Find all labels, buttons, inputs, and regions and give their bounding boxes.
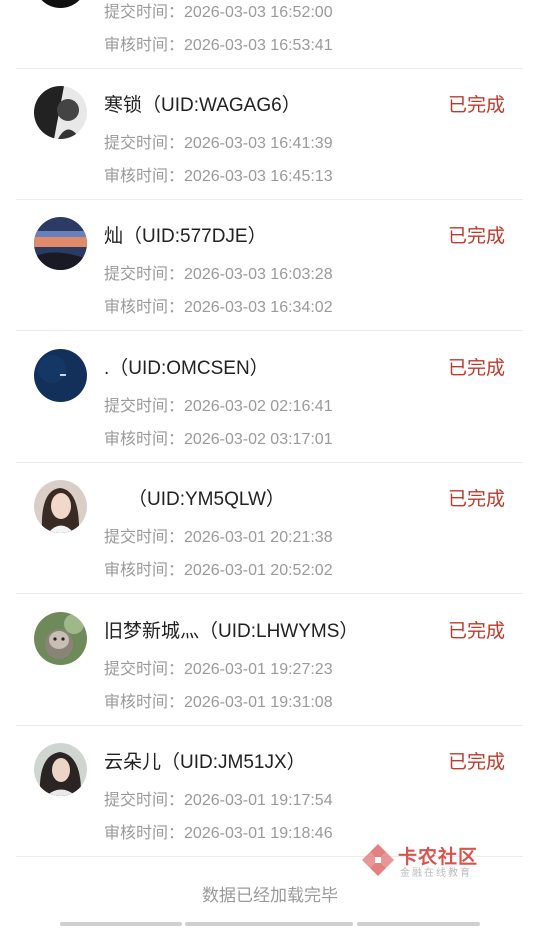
list-item[interactable]: （UID:YM5QLW） 已完成 提交时间：2026-03-01 20:21:3… <box>16 462 523 594</box>
submit-time-label: 提交时间： <box>104 529 185 546</box>
user-avatar <box>34 480 87 533</box>
submit-time-label: 提交时间： <box>104 135 185 152</box>
review-time-line: 审核时间：2026-03-03 16:34:02 <box>104 293 333 317</box>
user-avatar <box>34 743 87 796</box>
review-time-value: 2026-03-03 16:53:41 <box>184 37 333 54</box>
user-avatar <box>34 217 87 270</box>
review-time-value: 2026-03-03 16:45:13 <box>184 168 333 185</box>
review-time-line: 审核时间：2026-03-01 19:18:46 <box>104 819 333 843</box>
list-item[interactable]: 提交时间：2026-03-03 16:52:00 审核时间：2026-03-03… <box>16 0 523 69</box>
review-time-line: 审核时间：2026-03-02 03:17:01 <box>104 425 333 449</box>
review-time-label: 审核时间： <box>104 299 185 316</box>
list-item[interactable]: 云朵儿（UID:JM51JX） 已完成 提交时间：2026-03-01 19:1… <box>16 725 523 857</box>
review-time-line: 审核时间：2026-03-03 16:53:41 <box>104 31 333 55</box>
status-badge: 已完成 <box>447 95 505 116</box>
list-item[interactable]: .（UID:OMCSEN） 已完成 提交时间：2026-03-02 02:16:… <box>16 331 523 463</box>
submit-time-value: 2026-03-01 20:21:38 <box>184 529 333 546</box>
submit-time-line: 提交时间：2026-03-03 16:52:00 <box>104 0 333 22</box>
indicator-bar <box>357 922 480 926</box>
submit-time-value: 2026-03-01 19:17:54 <box>184 792 333 809</box>
submit-time-label: 提交时间： <box>104 398 185 415</box>
submit-time-line: 提交时间：2026-03-03 16:41:39 <box>104 129 333 153</box>
status-badge: 已完成 <box>447 621 505 642</box>
review-time-label: 审核时间： <box>104 694 185 711</box>
review-time-value: 2026-03-01 20:52:02 <box>184 562 333 579</box>
submit-time-value: 2026-03-03 16:03:28 <box>184 266 333 283</box>
user-name: 云朵儿（UID:JM51JX） <box>104 752 306 773</box>
review-time-label: 审核时间： <box>104 562 185 579</box>
review-time-line: 审核时间：2026-03-01 19:31:08 <box>104 688 333 712</box>
user-avatar <box>34 0 87 8</box>
submit-time-value: 2026-03-02 02:16:41 <box>184 398 333 415</box>
submit-time-value: 2026-03-03 16:41:39 <box>184 135 333 152</box>
status-badge: 已完成 <box>447 752 505 773</box>
list-item[interactable]: 灿（UID:577DJE） 已完成 提交时间：2026-03-03 16:03:… <box>16 199 523 331</box>
review-time-label: 审核时间： <box>104 168 185 185</box>
submit-time-line: 提交时间：2026-03-03 16:03:28 <box>104 260 333 284</box>
list-item[interactable]: 旧梦新城灬（UID:LHWYMS） 已完成 提交时间：2026-03-01 19… <box>16 594 523 726</box>
load-complete-text: 数据已经加载完毕 <box>202 886 338 905</box>
indicator-bar <box>185 922 353 926</box>
user-name: 旧梦新城灬（UID:LHWYMS） <box>104 621 359 642</box>
review-time-label: 审核时间： <box>104 431 185 448</box>
kanong-logo-icon <box>362 844 394 876</box>
review-time-value: 2026-03-01 19:31:08 <box>184 694 333 711</box>
submit-time-line: 提交时间：2026-03-01 19:27:23 <box>104 655 333 679</box>
submit-time-label: 提交时间： <box>104 661 185 678</box>
status-badge: 已完成 <box>447 226 505 247</box>
watermark-logo: 卡农社区 金融在线教育 <box>360 840 485 880</box>
review-time-label: 审核时间： <box>104 37 185 54</box>
user-avatar <box>34 612 87 665</box>
status-badge: 已完成 <box>447 489 505 510</box>
user-name: 灿（UID:577DJE） <box>104 226 267 247</box>
submit-time-line: 提交时间：2026-03-01 19:17:54 <box>104 786 333 810</box>
review-time-value: 2026-03-02 03:17:01 <box>184 431 333 448</box>
bottom-scroll-indicators <box>0 922 540 928</box>
list-item[interactable]: 寒锁（UID:WAGAG6） 已完成 提交时间：2026-03-03 16:41… <box>16 68 523 200</box>
status-badge: 已完成 <box>447 358 505 379</box>
user-name: .（UID:OMCSEN） <box>104 358 269 379</box>
watermark-subtitle: 金融在线教育 <box>400 868 472 879</box>
submit-time-label: 提交时间： <box>104 792 185 809</box>
submit-time-value: 2026-03-01 19:27:23 <box>184 661 333 678</box>
user-name: （UID:YM5QLW） <box>128 489 285 510</box>
submit-time-label: 提交时间： <box>104 4 185 21</box>
submit-time-value: 2026-03-03 16:52:00 <box>184 4 333 21</box>
review-time-line: 审核时间：2026-03-03 16:45:13 <box>104 162 333 186</box>
submit-time-line: 提交时间：2026-03-02 02:16:41 <box>104 392 333 416</box>
review-time-value: 2026-03-01 19:18:46 <box>184 825 333 842</box>
review-time-label: 审核时间： <box>104 825 185 842</box>
submit-time-line: 提交时间：2026-03-01 20:21:38 <box>104 523 333 547</box>
review-time-value: 2026-03-03 16:34:02 <box>184 299 333 316</box>
user-name: 寒锁（UID:WAGAG6） <box>104 95 301 116</box>
review-time-line: 审核时间：2026-03-01 20:52:02 <box>104 556 333 580</box>
indicator-bar <box>60 922 182 926</box>
user-avatar <box>34 86 87 139</box>
user-avatar <box>34 349 87 402</box>
submit-time-label: 提交时间： <box>104 266 185 283</box>
